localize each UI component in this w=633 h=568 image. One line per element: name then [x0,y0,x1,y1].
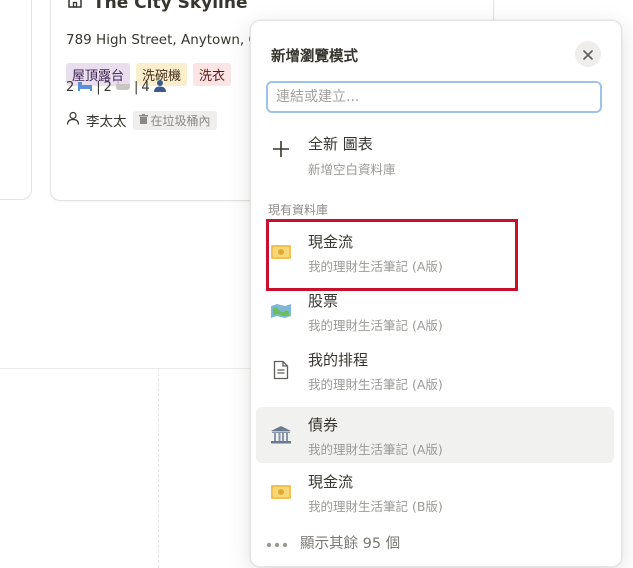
bathroom-count: 2 [103,79,112,95]
new-chart-label: 全新 圖表 [308,135,373,153]
database-item-bonds[interactable]: 債券 我的理財生活筆記 (A版) [256,407,614,463]
house-icon [67,0,83,13]
person-icon [153,79,167,96]
add-view-popup: 新增瀏覽模式 全新 圖表 新增空白資料庫 現有資料庫 現金流 我的理財生活筆記 … [250,20,622,567]
close-button[interactable] [575,41,601,67]
money-icon [270,482,292,502]
stats-separator: | [133,79,139,95]
new-chart-item[interactable]: 全新 圖表 新增空白資料庫 [256,123,614,179]
user-icon [66,111,80,129]
card-owner-row: 李太太 在垃圾桶內 [66,110,217,130]
bathtub-icon [115,79,131,95]
guest-count: 4 [141,79,150,95]
database-label: 現金流 [308,233,354,251]
document-icon [270,360,292,380]
show-more-button[interactable]: 顯示其餘 95 個 [266,532,400,553]
database-label: 股票 [308,292,339,310]
trash-icon [138,113,148,127]
left-card [0,0,32,200]
database-item-schedule[interactable]: 我的排程 我的理財生活筆記 (A版) [256,342,614,398]
card-title: The City Skyline [93,0,248,13]
close-icon [583,45,593,64]
database-sublabel: 我的理財生活筆記 (B版) [308,499,443,514]
card-stats: 2 | 2 | 4 [66,77,167,97]
database-sublabel: 我的理財生活筆記 (A版) [308,377,443,392]
bedroom-count: 2 [66,79,75,95]
trash-badge-label: 在垃圾桶內 [150,113,211,128]
map-icon [270,301,292,321]
database-label: 債券 [308,416,339,434]
popup-title: 新增瀏覽模式 [271,49,358,65]
link-or-create-input[interactable] [266,81,602,113]
trash-badge: 在垃圾桶內 [132,110,217,130]
card-address: 789 High Street, Anytown, C [66,32,258,48]
plus-icon [270,139,292,159]
database-item-cashflow-a[interactable]: 現金流 我的理財生活筆記 (A版) [256,224,614,280]
show-more-label: 顯示其餘 95 個 [300,536,401,552]
new-chart-sublabel: 新增空白資料庫 [308,162,396,177]
bank-icon [270,425,292,445]
ellipsis-icon [266,533,288,552]
stats-separator: | [96,79,101,95]
database-item-cashflow-b[interactable]: 現金流 我的理財生活筆記 (B版) [256,464,614,520]
database-item-stocks[interactable]: 股票 我的理財生活筆記 (A版) [256,283,614,339]
database-sublabel: 我的理財生活筆記 (A版) [308,442,443,457]
database-label: 我的排程 [308,351,369,369]
section-existing-databases: 現有資料庫 [268,203,329,217]
tag-laundry: 洗衣 [193,63,232,86]
bed-icon [77,79,93,95]
database-sublabel: 我的理財生活筆記 (A版) [308,318,443,333]
board-column-divider [158,368,159,568]
database-sublabel: 我的理財生活筆記 (A版) [308,259,443,274]
database-label: 現金流 [308,473,354,491]
card-title-row: The City Skyline [67,0,248,13]
owner-name: 李太太 [86,114,127,130]
money-icon [270,242,292,262]
board-divider [0,368,250,369]
